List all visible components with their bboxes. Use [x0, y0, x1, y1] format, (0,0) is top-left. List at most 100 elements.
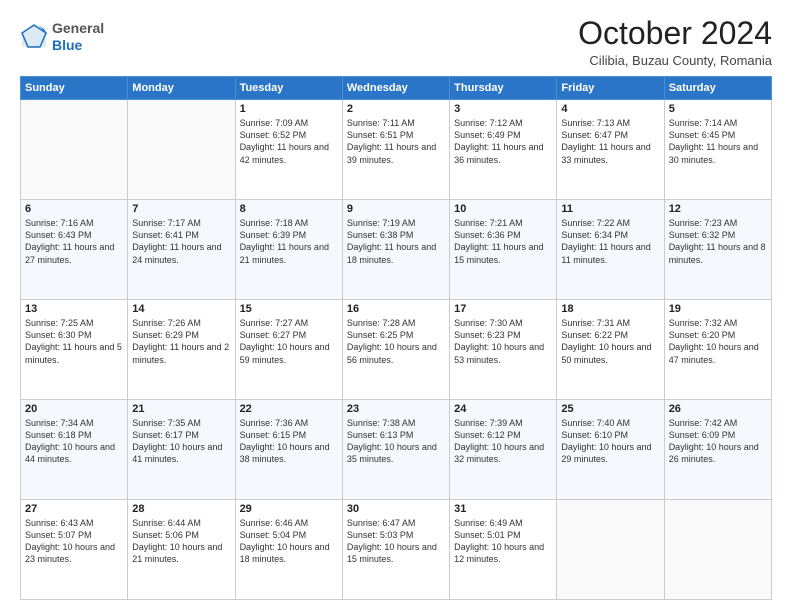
day-info: Sunrise: 7:26 AMSunset: 6:29 PMDaylight:… — [132, 317, 230, 366]
day-info: Sunrise: 7:35 AMSunset: 6:17 PMDaylight:… — [132, 417, 230, 466]
calendar-cell: 26 Sunrise: 7:42 AMSunset: 6:09 PMDayligh… — [664, 400, 771, 500]
calendar-cell: 21 Sunrise: 7:35 AMSunset: 6:17 PMDayligh… — [128, 400, 235, 500]
day-info: Sunrise: 7:36 AMSunset: 6:15 PMDaylight:… — [240, 417, 338, 466]
day-info: Sunrise: 7:13 AMSunset: 6:47 PMDaylight:… — [561, 117, 659, 166]
day-number: 10 — [454, 203, 552, 215]
day-info: Sunrise: 7:23 AMSunset: 6:32 PMDaylight:… — [669, 217, 767, 266]
logo: General Blue — [20, 20, 104, 54]
day-info: Sunrise: 7:14 AMSunset: 6:45 PMDaylight:… — [669, 117, 767, 166]
month-title: October 2024 — [578, 16, 772, 51]
day-number: 16 — [347, 303, 445, 315]
day-number: 1 — [240, 103, 338, 115]
day-info: Sunrise: 7:21 AMSunset: 6:36 PMDaylight:… — [454, 217, 552, 266]
calendar-cell: 14 Sunrise: 7:26 AMSunset: 6:29 PMDayligh… — [128, 300, 235, 400]
day-info: Sunrise: 6:43 AMSunset: 5:07 PMDaylight:… — [25, 517, 123, 566]
day-number: 17 — [454, 303, 552, 315]
calendar-cell: 18Sunrise: 7:31 AMSunset: 6:22 PMDayligh… — [557, 300, 664, 400]
calendar-cell: 12 Sunrise: 7:23 AMSunset: 6:32 PMDayligh… — [664, 200, 771, 300]
day-number: 21 — [132, 403, 230, 415]
calendar-cell: 3 Sunrise: 7:12 AMSunset: 6:49 PMDaylight… — [450, 100, 557, 200]
day-number: 31 — [454, 503, 552, 515]
day-number: 22 — [240, 403, 338, 415]
calendar-cell: 24 Sunrise: 7:39 AMSunset: 6:12 PMDayligh… — [450, 400, 557, 500]
calendar-week-1: 1Sunrise: 7:09 AMSunset: 6:52 PMDaylight… — [21, 100, 772, 200]
calendar-cell: 9Sunrise: 7:19 AMSunset: 6:38 PMDaylight… — [342, 200, 449, 300]
day-number: 23 — [347, 403, 445, 415]
day-info: Sunrise: 7:30 AMSunset: 6:23 PMDaylight:… — [454, 317, 552, 366]
logo-icon — [20, 23, 48, 51]
calendar-week-5: 27 Sunrise: 6:43 AMSunset: 5:07 PMDayligh… — [21, 500, 772, 600]
header: General Blue October 2024 Cilibia, Buzau… — [20, 16, 772, 68]
calendar-cell: 5Sunrise: 7:14 AMSunset: 6:45 PMDaylight… — [664, 100, 771, 200]
calendar-cell: 29 Sunrise: 6:46 AMSunset: 5:04 PMDayligh… — [235, 500, 342, 600]
calendar-cell: 23 Sunrise: 7:38 AMSunset: 6:13 PMDayligh… — [342, 400, 449, 500]
calendar-header-row: SundayMondayTuesdayWednesdayThursdayFrid… — [21, 77, 772, 100]
day-info: Sunrise: 7:11 AMSunset: 6:51 PMDaylight:… — [347, 117, 445, 166]
calendar-header-tuesday: Tuesday — [235, 77, 342, 100]
calendar-cell: 17 Sunrise: 7:30 AMSunset: 6:23 PMDayligh… — [450, 300, 557, 400]
calendar-header-wednesday: Wednesday — [342, 77, 449, 100]
day-info: Sunrise: 7:28 AMSunset: 6:25 PMDaylight:… — [347, 317, 445, 366]
calendar-header-sunday: Sunday — [21, 77, 128, 100]
day-number: 27 — [25, 503, 123, 515]
day-number: 26 — [669, 403, 767, 415]
calendar-cell: 20Sunrise: 7:34 AMSunset: 6:18 PMDayligh… — [21, 400, 128, 500]
calendar-header-monday: Monday — [128, 77, 235, 100]
day-number: 11 — [561, 203, 659, 215]
calendar-cell: 25Sunrise: 7:40 AMSunset: 6:10 PMDayligh… — [557, 400, 664, 500]
day-number: 19 — [669, 303, 767, 315]
logo-blue-text: Blue — [52, 37, 104, 54]
day-number: 4 — [561, 103, 659, 115]
day-info: Sunrise: 6:49 AMSunset: 5:01 PMDaylight:… — [454, 517, 552, 566]
day-number: 9 — [347, 203, 445, 215]
day-number: 28 — [132, 503, 230, 515]
day-number: 6 — [25, 203, 123, 215]
calendar-week-3: 13Sunrise: 7:25 AMSunset: 6:30 PMDayligh… — [21, 300, 772, 400]
day-number: 24 — [454, 403, 552, 415]
day-number: 29 — [240, 503, 338, 515]
calendar-cell — [557, 500, 664, 600]
calendar-cell: 13Sunrise: 7:25 AMSunset: 6:30 PMDayligh… — [21, 300, 128, 400]
calendar-cell: 8Sunrise: 7:18 AMSunset: 6:39 PMDaylight… — [235, 200, 342, 300]
day-info: Sunrise: 7:38 AMSunset: 6:13 PMDaylight:… — [347, 417, 445, 466]
day-info: Sunrise: 6:46 AMSunset: 5:04 PMDaylight:… — [240, 517, 338, 566]
day-info: Sunrise: 7:12 AMSunset: 6:49 PMDaylight:… — [454, 117, 552, 166]
logo-text: General Blue — [52, 20, 104, 54]
day-number: 15 — [240, 303, 338, 315]
day-number: 25 — [561, 403, 659, 415]
calendar-cell — [21, 100, 128, 200]
calendar-cell: 31 Sunrise: 6:49 AMSunset: 5:01 PMDayligh… — [450, 500, 557, 600]
day-number: 3 — [454, 103, 552, 115]
day-info: Sunrise: 7:16 AMSunset: 6:43 PMDaylight:… — [25, 217, 123, 266]
day-info: Sunrise: 7:39 AMSunset: 6:12 PMDaylight:… — [454, 417, 552, 466]
calendar-cell — [664, 500, 771, 600]
calendar-cell — [128, 100, 235, 200]
calendar-cell: 11 Sunrise: 7:22 AMSunset: 6:34 PMDayligh… — [557, 200, 664, 300]
calendar-cell: 22 Sunrise: 7:36 AMSunset: 6:15 PMDayligh… — [235, 400, 342, 500]
day-info: Sunrise: 7:27 AMSunset: 6:27 PMDaylight:… — [240, 317, 338, 366]
day-number: 30 — [347, 503, 445, 515]
day-number: 14 — [132, 303, 230, 315]
calendar-cell: 7Sunrise: 7:17 AMSunset: 6:41 PMDaylight… — [128, 200, 235, 300]
day-number: 8 — [240, 203, 338, 215]
calendar-cell: 10 Sunrise: 7:21 AMSunset: 6:36 PMDayligh… — [450, 200, 557, 300]
title-block: October 2024 Cilibia, Buzau County, Roma… — [578, 16, 772, 68]
day-info: Sunrise: 7:42 AMSunset: 6:09 PMDaylight:… — [669, 417, 767, 466]
calendar-week-2: 6 Sunrise: 7:16 AMSunset: 6:43 PMDaylight… — [21, 200, 772, 300]
day-number: 7 — [132, 203, 230, 215]
day-number: 20 — [25, 403, 123, 415]
calendar-cell: 16 Sunrise: 7:28 AMSunset: 6:25 PMDayligh… — [342, 300, 449, 400]
calendar-cell: 30 Sunrise: 6:47 AMSunset: 5:03 PMDayligh… — [342, 500, 449, 600]
day-info: Sunrise: 7:31 AMSunset: 6:22 PMDaylight:… — [561, 317, 659, 366]
day-info: Sunrise: 6:47 AMSunset: 5:03 PMDaylight:… — [347, 517, 445, 566]
day-number: 12 — [669, 203, 767, 215]
day-info: Sunrise: 7:25 AMSunset: 6:30 PMDaylight:… — [25, 317, 123, 366]
page: General Blue October 2024 Cilibia, Buzau… — [0, 0, 792, 612]
location: Cilibia, Buzau County, Romania — [578, 53, 772, 68]
calendar-cell: 27 Sunrise: 6:43 AMSunset: 5:07 PMDayligh… — [21, 500, 128, 600]
day-info: Sunrise: 7:32 AMSunset: 6:20 PMDaylight:… — [669, 317, 767, 366]
calendar-header-thursday: Thursday — [450, 77, 557, 100]
calendar-cell: 2Sunrise: 7:11 AMSunset: 6:51 PMDaylight… — [342, 100, 449, 200]
day-info: Sunrise: 7:22 AMSunset: 6:34 PMDaylight:… — [561, 217, 659, 266]
calendar-cell: 19 Sunrise: 7:32 AMSunset: 6:20 PMDayligh… — [664, 300, 771, 400]
